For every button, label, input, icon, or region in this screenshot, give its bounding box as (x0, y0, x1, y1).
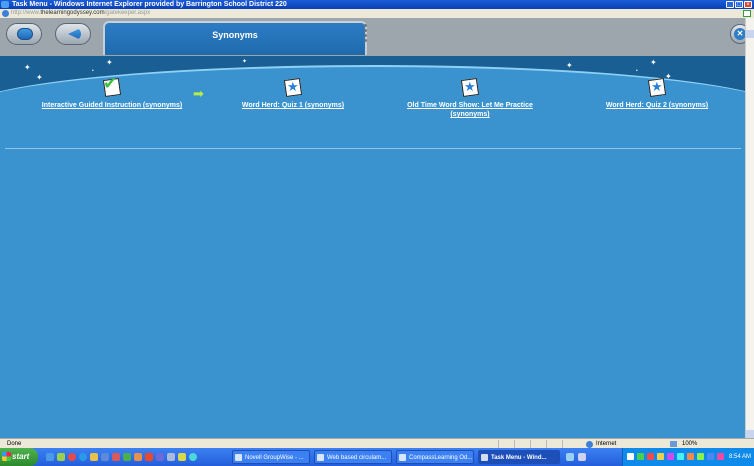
quiz-paper-icon: ★ (282, 76, 304, 98)
quicklaunch-icon[interactable] (167, 453, 175, 461)
star-icon: ✦ (650, 58, 657, 67)
tray-icon[interactable] (637, 453, 644, 460)
activity-link[interactable]: Word Herd: Quiz 1 (synonyms) (238, 101, 348, 110)
scroll-up-button[interactable] (746, 30, 754, 38)
tray-icon[interactable] (697, 453, 704, 460)
next-arrow-icon: ➡ (193, 86, 204, 101)
address-url[interactable]: http://www.thelearningodyssey.com/gateke… (11, 9, 150, 18)
tray-icon[interactable] (717, 453, 724, 460)
quicklaunch-icon[interactable] (57, 453, 65, 461)
quiz-paper-icon: ★ (459, 76, 481, 98)
activity-link[interactable]: Word Herd: Quiz 2 (synonyms) (600, 101, 714, 110)
system-tray: 8:54 AM (622, 448, 754, 466)
home-button[interactable] (6, 23, 42, 45)
quicklaunch-icon[interactable] (112, 453, 120, 461)
tray-icon[interactable] (667, 453, 674, 460)
window-title-bar: Task Menu - Windows Internet Explorer pr… (0, 0, 754, 9)
title-tab: Synonyms (103, 21, 367, 55)
refresh-icon[interactable] (743, 10, 751, 17)
taskbar-button-web-circulation[interactable]: Web based circulam... (314, 450, 392, 464)
grip-icon (362, 22, 368, 46)
app-toolbar: Synonyms ✕ (0, 18, 754, 56)
taskbar-button-groupwise[interactable]: Novell GroupWise - ... (232, 450, 310, 464)
close-window-button[interactable]: × (744, 1, 752, 8)
quicklaunch-icon[interactable] (79, 453, 87, 461)
scroll-down-button[interactable] (746, 430, 754, 438)
activity-link[interactable]: Old Time Word Show: Let Me Practice (syn… (400, 101, 540, 119)
back-arrow-icon (68, 28, 81, 40)
back-button[interactable] (55, 23, 91, 45)
taskbar-button-compasslearning[interactable]: CompassLearning Od... (396, 450, 474, 464)
star-icon: ✦ (242, 59, 248, 65)
tray-icon[interactable] (677, 453, 684, 460)
page-icon (2, 10, 9, 17)
ie-icon (1, 1, 9, 8)
activity-item-3[interactable]: ★ Old Time Word Show: Let Me Practice (s… (400, 76, 540, 119)
divider (5, 148, 741, 149)
quicklaunch-icon[interactable] (156, 453, 164, 461)
quicklaunch-icon[interactable] (178, 453, 186, 461)
home-icon (17, 28, 33, 40)
quicklaunch-icon[interactable] (145, 453, 153, 461)
clock: 8:54 AM (728, 454, 751, 460)
quiz-paper-icon: ★ (646, 76, 668, 98)
maximize-button[interactable]: □ (735, 1, 743, 8)
activity-link[interactable]: Interactive Guided Instruction (synonyms… (34, 101, 190, 110)
tray-icon[interactable] (647, 453, 654, 460)
globe-icon (586, 441, 593, 448)
star-icon: • (636, 68, 638, 74)
taskbar-button-task-menu[interactable]: Task Menu - Wind... (478, 450, 560, 464)
minimize-button[interactable]: _ (726, 1, 734, 8)
quicklaunch-icon[interactable] (189, 453, 197, 461)
quicklaunch-icon[interactable] (578, 453, 586, 461)
windows-logo-icon (2, 452, 11, 461)
activity-item-2[interactable]: ★ Word Herd: Quiz 1 (synonyms) (238, 76, 348, 110)
activity-item-4[interactable]: ★ Word Herd: Quiz 2 (synonyms) (600, 76, 714, 110)
activity-item-1[interactable]: ✔ Interactive Guided Instruction (synony… (34, 75, 190, 110)
quicklaunch-icon[interactable] (46, 453, 54, 461)
start-button[interactable]: start (0, 448, 38, 466)
tray-icon[interactable] (627, 453, 634, 460)
zoom-icon (670, 441, 677, 447)
star-icon: ✦ (106, 58, 113, 67)
tray-icon[interactable] (707, 453, 714, 460)
quicklaunch-icon[interactable] (566, 453, 574, 461)
vertical-scrollbar[interactable] (745, 18, 754, 438)
tray-icon[interactable] (657, 453, 664, 460)
tray-icon[interactable] (687, 453, 694, 460)
star-icon: ✦ (566, 61, 573, 70)
taskbar: start Novell GroupWise - ... Web based c… (0, 448, 754, 466)
quicklaunch-icon[interactable] (101, 453, 109, 461)
page-title: Synonyms (212, 30, 258, 40)
star-icon: • (92, 68, 94, 74)
quicklaunch-icon[interactable] (68, 453, 76, 461)
quicklaunch-icon[interactable] (123, 453, 131, 461)
completed-check-icon: ✔ (101, 75, 123, 98)
window-title: Task Menu - Windows Internet Explorer pr… (12, 1, 287, 8)
star-icon: ✦ (24, 63, 31, 72)
quicklaunch-icon[interactable] (134, 453, 142, 461)
activity-panel: ✦ ✦ • ✦ ✦ ✦ • ✦ ✦ ✔ Interactive Guided I… (0, 56, 746, 438)
quicklaunch-icon[interactable] (90, 453, 98, 461)
